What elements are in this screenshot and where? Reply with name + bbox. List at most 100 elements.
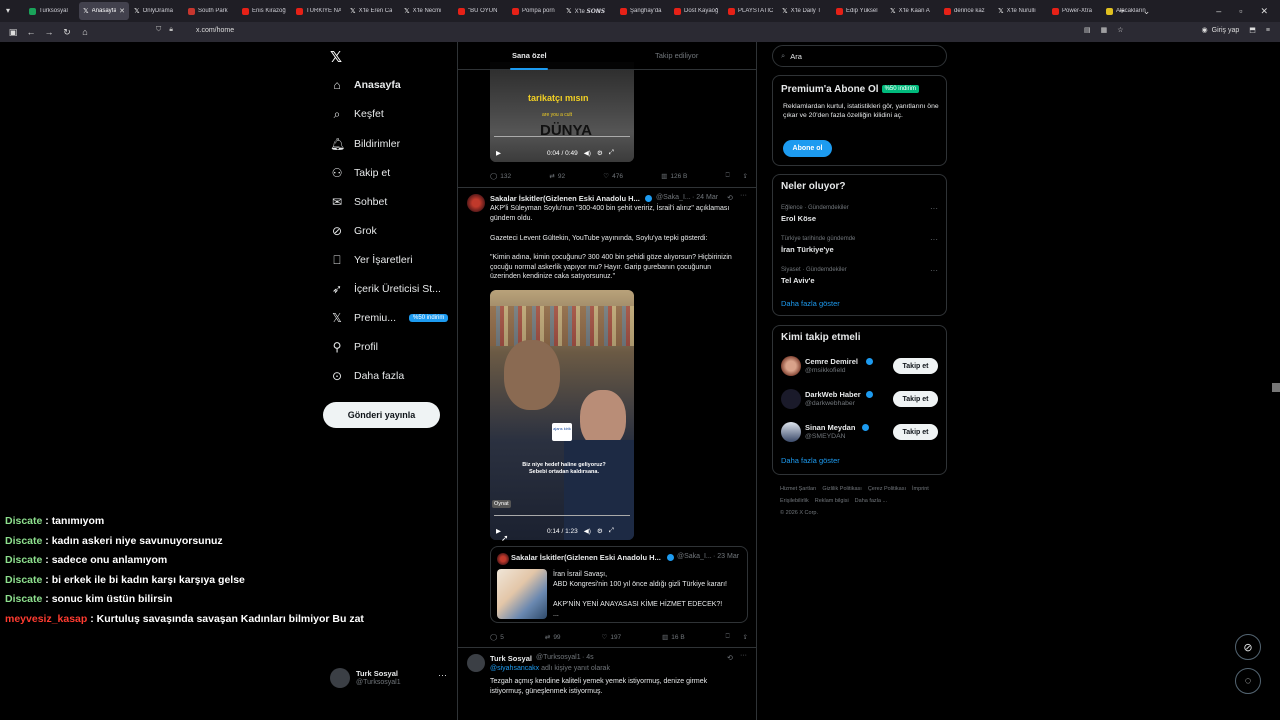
play-icon[interactable]: ▶ bbox=[496, 149, 501, 157]
fullscreen-icon[interactable]: ⤢ bbox=[609, 527, 614, 535]
tab-for-you[interactable]: Sana özel bbox=[512, 51, 547, 60]
avatar[interactable] bbox=[781, 389, 801, 409]
app-menu-icon[interactable]: ≡ bbox=[1266, 27, 1270, 34]
views-button[interactable]: ▥ 16 B bbox=[662, 633, 685, 642]
bookmark-icon[interactable]: ⎕ bbox=[726, 633, 730, 641]
scrollbar[interactable] bbox=[1272, 383, 1280, 392]
more-icon[interactable]: ··· bbox=[930, 266, 938, 275]
more-icon[interactable]: ··· bbox=[740, 192, 747, 199]
post-video[interactable]: ajans kirik Biz niye hedef haline geliyo… bbox=[490, 290, 634, 540]
browser-tab[interactable]: 𝕏 Anasayfa ✕ bbox=[79, 2, 129, 20]
video-progress[interactable] bbox=[494, 515, 630, 516]
browser-tab[interactable]: Turksosyal bbox=[25, 2, 78, 20]
share-icon[interactable]: ⇪ bbox=[743, 172, 748, 180]
avatar[interactable] bbox=[781, 356, 801, 376]
avatar[interactable] bbox=[467, 194, 485, 212]
trend-item[interactable]: Erol Köse bbox=[781, 214, 816, 223]
more-icon[interactable]: ··· bbox=[438, 670, 447, 680]
search-input[interactable]: ⌕ Ara bbox=[772, 45, 947, 67]
sidebar-item-bell[interactable]: 🔔︎ Bildirimler bbox=[330, 133, 400, 155]
browser-tab[interactable]: Enis Kirazoğ bbox=[238, 2, 291, 20]
account-switcher[interactable]: Turk Sosyal @Turksosyal1 ··· bbox=[330, 666, 450, 692]
video-progress[interactable] bbox=[494, 136, 630, 137]
settings-icon[interactable]: ⚙︎ bbox=[597, 149, 603, 157]
screenshot-icon[interactable]: ▦ bbox=[1101, 26, 1108, 34]
reply-button[interactable]: ◯ 132 bbox=[490, 172, 511, 181]
sidebar-item-home[interactable]: ⌂ Anasayfa bbox=[330, 74, 400, 96]
avatar[interactable] bbox=[467, 654, 485, 672]
sidebar-toggle-icon[interactable]: ▣ bbox=[4, 27, 22, 38]
fullscreen-icon[interactable]: ⤢ bbox=[609, 149, 614, 157]
grok-icon[interactable]: ⟲ bbox=[727, 654, 733, 662]
footer-link[interactable]: Erişilebilirlik bbox=[780, 498, 809, 504]
post-date[interactable]: · 4s bbox=[582, 654, 594, 661]
volume-icon[interactable]: ◀︎) bbox=[584, 527, 591, 535]
footer-link[interactable]: Gizlilik Politikası bbox=[822, 486, 861, 492]
sidebar-item-person[interactable]: ⚲ Profil bbox=[330, 336, 378, 358]
quoted-post[interactable]: Sakalar İskitler(Gizlenen Eski Anadolu H… bbox=[490, 546, 748, 623]
footer-link[interactable]: İmprint bbox=[912, 486, 929, 492]
grok-icon[interactable]: ⟲ bbox=[727, 194, 733, 202]
browser-tab[interactable]: PLAYSTATIC bbox=[724, 2, 777, 20]
post-author-name[interactable]: Sakalar İskitler(Gizlenen Eski Anadolu H… bbox=[490, 194, 640, 203]
sidebar-item-search[interactable]: ⌕ Keşfet bbox=[330, 103, 384, 125]
volume-icon[interactable]: ◀︎) bbox=[584, 149, 591, 157]
more-icon[interactable]: ··· bbox=[930, 235, 938, 244]
browser-tab[interactable]: TÜRKİYE NA bbox=[292, 2, 345, 20]
reply-button[interactable]: ◯ 5 bbox=[490, 633, 504, 642]
follow-suggestion-name[interactable]: Sinan Meydan bbox=[805, 423, 855, 432]
browser-tab[interactable]: Şanghay'da bbox=[616, 2, 669, 20]
browser-tab[interactable]: 𝕏 X'te Eren Ca bbox=[346, 2, 399, 20]
settings-icon[interactable]: ⚙︎ bbox=[597, 527, 603, 535]
share-icon[interactable]: ⇪ bbox=[743, 633, 748, 641]
sidebar-item-more-circle[interactable]: ⊙ Daha fazla bbox=[330, 365, 404, 387]
url-field[interactable]: x.com/home bbox=[196, 27, 234, 34]
post-author-name[interactable]: Turk Sosyal bbox=[490, 654, 532, 663]
grok-float-button[interactable]: ⊘ bbox=[1235, 634, 1261, 660]
browser-tab[interactable]: 𝕏 X'te Nurullı bbox=[994, 2, 1047, 20]
browser-tab[interactable]: Edip Yüksel bbox=[832, 2, 885, 20]
browser-tab[interactable]: derince kaz bbox=[940, 2, 993, 20]
reply-to-handle[interactable]: @siyahsancakx bbox=[490, 665, 539, 672]
footer-link[interactable]: Reklam bilgisi bbox=[815, 498, 849, 504]
follow-button[interactable]: Takip et bbox=[893, 391, 938, 407]
browser-tab[interactable]: 𝕏 X'te Kaan A bbox=[886, 2, 939, 20]
more-icon[interactable]: ··· bbox=[930, 204, 938, 213]
post-author-handle[interactable]: @Turksosyal1 bbox=[536, 654, 581, 661]
x-logo-icon[interactable]: 𝕏 bbox=[330, 48, 342, 66]
post-author-handle[interactable]: @Saka_I... bbox=[656, 194, 691, 201]
browser-tab[interactable]: Dost Kayaoğ bbox=[670, 2, 723, 20]
back-button[interactable]: ← bbox=[22, 27, 40, 37]
home-button[interactable]: ⌂ bbox=[76, 27, 94, 37]
tab-overflow-icon[interactable]: ⌄ bbox=[1143, 6, 1151, 17]
sidebar-item-mail[interactable]: ✉ Sohbet bbox=[330, 191, 387, 213]
follow-suggestion-name[interactable]: DarkWeb Haber bbox=[805, 390, 861, 399]
bookmark-star-icon[interactable]: ☆ bbox=[1117, 26, 1123, 34]
browser-tab[interactable]: 𝕏 X'te Daily T bbox=[778, 2, 831, 20]
tab-list-icon[interactable]: ▾ bbox=[6, 6, 10, 15]
sidebar-item-grok[interactable]: ⊘ Grok bbox=[330, 220, 377, 242]
sidebar-item-bookmark[interactable]: ⎕ Yer İşaretleri bbox=[330, 249, 412, 271]
footer-link[interactable]: Daha fazla ... bbox=[855, 498, 887, 504]
browser-tab[interactable]: 𝕏 X'te 𝙎𝙊𝙉𝙎 bbox=[562, 2, 615, 20]
account-icon[interactable]: ◉ bbox=[1202, 26, 1208, 34]
tab-following[interactable]: Takip ediliyor bbox=[655, 51, 698, 60]
footer-link[interactable]: Çerez Politikası bbox=[868, 486, 906, 492]
like-button[interactable]: ♡ 197 bbox=[602, 633, 622, 642]
like-button[interactable]: ♡ 476 bbox=[603, 172, 623, 181]
views-button[interactable]: ▥ 126 B bbox=[661, 172, 687, 181]
repost-button[interactable]: ⇄ 92 bbox=[549, 172, 565, 181]
sidebar-item-x[interactable]: 𝕏 Premiu... %50 indirim bbox=[330, 307, 449, 329]
show-more-link[interactable]: Daha fazla göster bbox=[781, 456, 840, 465]
new-tab-button[interactable]: + bbox=[1119, 6, 1124, 16]
minimize-button[interactable]: – bbox=[1216, 6, 1221, 16]
shield-icon[interactable]: ⛉ bbox=[156, 26, 161, 34]
bookmark-icon[interactable]: ⎕ bbox=[726, 172, 730, 180]
maximize-button[interactable]: ▫ bbox=[1239, 6, 1242, 16]
close-tab-icon[interactable]: ✕ bbox=[119, 7, 125, 15]
browser-tab[interactable]: Pompa porn bbox=[508, 2, 561, 20]
lock-icon[interactable]: 🔒︎ bbox=[169, 26, 173, 34]
avatar[interactable] bbox=[781, 422, 801, 442]
sidebar-item-rocket[interactable]: ➶ İçerik Üreticisi St... bbox=[330, 278, 441, 300]
more-icon[interactable]: ··· bbox=[740, 652, 747, 659]
